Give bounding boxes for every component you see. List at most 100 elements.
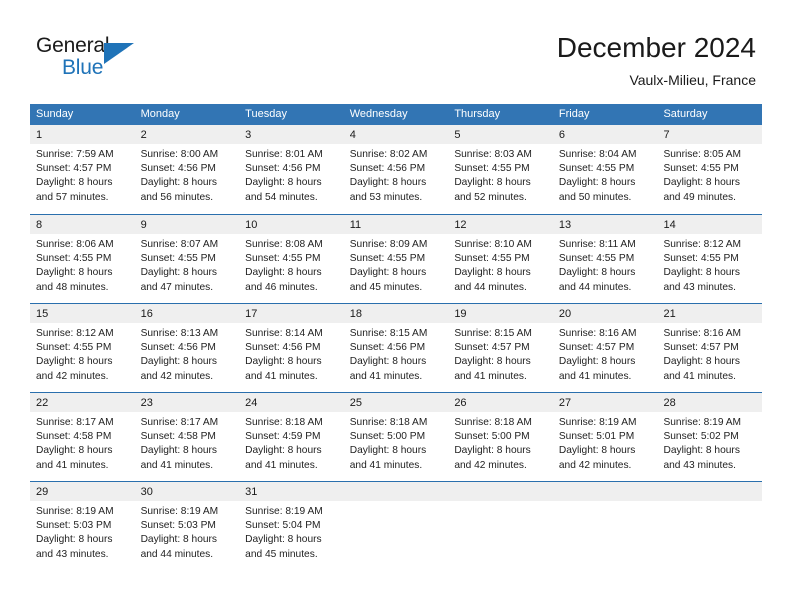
day-detail-line: Daylight: 8 hours	[36, 534, 113, 546]
day-number-band: 10	[239, 215, 344, 234]
day-number-band: 11	[343, 215, 449, 234]
day-number: 7	[663, 129, 670, 141]
day-cell[interactable]: 14 Sunrise: 8:12 AM Sunset: 4:55 PM Dayligh…	[657, 215, 763, 303]
day-cell[interactable]: 21 Sunrise: 8:16 AM Sunset: 4:57 PM Dayligh…	[657, 304, 763, 392]
day-number-band: 2	[134, 125, 240, 144]
day-number: 5	[454, 129, 461, 141]
day-detail-line: and 43 minutes.	[663, 281, 736, 293]
day-cell-empty	[343, 482, 449, 570]
day-detail-line: Sunset: 5:02 PM	[663, 431, 739, 443]
day-detail-line: Sunset: 4:55 PM	[663, 163, 739, 175]
day-detail-line: Sunrise: 8:09 AM	[349, 239, 428, 250]
day-detail-line: Sunrise: 8:18 AM	[454, 417, 532, 428]
day-cell[interactable]: 23 Sunrise: 8:17 AM Sunset: 4:58 PM Dayligh…	[134, 393, 240, 481]
day-cell[interactable]: 2 Sunrise: 8:00 AM Sunset: 4:56 PM Daylight…	[134, 125, 240, 214]
day-number-band: 19	[448, 304, 553, 323]
general-blue-logo[interactable]: General Blue	[36, 34, 236, 90]
day-details: Sunrise: 8:12 AM Sunset: 4:55 PM Daylight:…	[30, 323, 135, 384]
weekday-header-wednesday: Wednesday	[349, 108, 408, 120]
day-cell[interactable]: 1 Sunrise: 7:59 AM Sunset: 4:57 PM Daylight…	[30, 125, 135, 214]
day-cell[interactable]: 18 Sunrise: 8:15 AM Sunset: 4:56 PM Dayligh…	[343, 304, 449, 392]
day-number: 26	[454, 397, 467, 409]
day-detail-line: Sunset: 5:03 PM	[140, 520, 216, 532]
day-detail-line: Sunrise: 8:15 AM	[349, 328, 428, 339]
day-detail-line: and 41 minutes.	[349, 459, 423, 471]
day-detail-line: Daylight: 8 hours	[663, 267, 740, 279]
weekday-header-thursday: Thursday	[454, 108, 501, 120]
day-cell[interactable]: 16 Sunrise: 8:13 AM Sunset: 4:56 PM Dayligh…	[134, 304, 240, 392]
day-cell[interactable]: 10 Sunrise: 8:08 AM Sunset: 4:55 PM Dayligh…	[239, 215, 344, 303]
day-detail-line: and 52 minutes.	[454, 191, 527, 203]
day-detail-line: Daylight: 8 hours	[558, 445, 636, 457]
day-cell[interactable]: 5 Sunrise: 8:03 AM Sunset: 4:55 PM Daylight…	[448, 125, 553, 214]
day-detail-line: Daylight: 8 hours	[663, 445, 740, 457]
day-cell[interactable]: 3 Sunrise: 8:01 AM Sunset: 4:56 PM Daylight…	[239, 125, 344, 214]
day-cell[interactable]: 11 Sunrise: 8:09 AM Sunset: 4:55 PM Dayligh…	[343, 215, 449, 303]
day-cell[interactable]: 30 Sunrise: 8:19 AM Sunset: 5:03 PM Dayligh…	[134, 482, 240, 570]
day-cell[interactable]: 9 Sunrise: 8:07 AM Sunset: 4:55 PM Daylight…	[134, 215, 240, 303]
weekday-header-friday: Friday	[558, 108, 590, 120]
day-detail-line: Sunrise: 8:19 AM	[140, 506, 219, 517]
day-cell[interactable]: 7 Sunrise: 8:05 AM Sunset: 4:55 PM Daylight…	[657, 125, 763, 214]
day-detail-line: Sunrise: 8:14 AM	[245, 328, 323, 339]
day-detail-line: Daylight: 8 hours	[349, 177, 427, 189]
day-detail-line: Sunrise: 8:02 AM	[349, 149, 428, 160]
day-detail-line: and 47 minutes.	[140, 281, 214, 293]
day-detail-line: Sunset: 4:56 PM	[140, 163, 216, 175]
day-details: Sunrise: 8:15 AM Sunset: 4:56 PM Daylight:…	[344, 323, 449, 384]
day-cell[interactable]: 4 Sunrise: 8:02 AM Sunset: 4:56 PM Daylight…	[343, 125, 449, 214]
day-detail-line: Daylight: 8 hours	[245, 356, 322, 368]
day-detail-line: Sunset: 4:55 PM	[558, 253, 635, 265]
day-number: 16	[140, 308, 153, 320]
day-number-band: 3	[239, 125, 344, 144]
day-detail-line: Sunset: 4:55 PM	[349, 253, 426, 265]
day-number-band: 28	[657, 393, 763, 412]
day-detail-line: Daylight: 8 hours	[36, 445, 113, 457]
day-cell[interactable]: 8 Sunrise: 8:06 AM Sunset: 4:55 PM Daylight…	[30, 215, 135, 303]
day-details: Sunrise: 8:00 AM Sunset: 4:56 PM Daylight:…	[135, 144, 240, 205]
day-number-band: 27	[552, 393, 658, 412]
day-detail-line: and 41 minutes.	[245, 459, 318, 471]
weekday-header-row: Sunday Monday Tuesday Wednesday Thursday Frid…	[30, 104, 762, 125]
day-cell[interactable]: 12 Sunrise: 8:10 AM Sunset: 4:55 PM Dayligh…	[448, 215, 553, 303]
day-cell-empty	[552, 482, 658, 570]
day-cell[interactable]: 25 Sunrise: 8:18 AM Sunset: 5:00 PM Dayligh…	[343, 393, 449, 481]
day-detail-line: and 42 minutes.	[454, 459, 527, 471]
day-detail-line: Sunrise: 8:16 AM	[558, 328, 637, 339]
day-cell[interactable]: 28 Sunrise: 8:19 AM Sunset: 5:02 PM Dayligh…	[657, 393, 763, 481]
day-details: Sunrise: 8:01 AM Sunset: 4:56 PM Daylight:…	[239, 144, 344, 205]
day-number-band: 20	[552, 304, 658, 323]
day-details: Sunrise: 8:10 AM Sunset: 4:55 PM Daylight:…	[448, 234, 553, 295]
day-number-band: 18	[343, 304, 449, 323]
day-detail-line: and 41 minutes.	[558, 370, 632, 382]
day-cell[interactable]: 29 Sunrise: 8:19 AM Sunset: 5:03 PM Dayligh…	[30, 482, 135, 570]
day-detail-line: and 41 minutes.	[349, 370, 423, 382]
day-cell[interactable]: 27 Sunrise: 8:19 AM Sunset: 5:01 PM Dayligh…	[552, 393, 658, 481]
day-cell[interactable]: 24 Sunrise: 8:18 AM Sunset: 4:59 PM Dayligh…	[239, 393, 344, 481]
day-number-band: 4	[343, 125, 449, 144]
day-cell[interactable]: 19 Sunrise: 8:15 AM Sunset: 4:57 PM Dayligh…	[448, 304, 553, 392]
day-number: 23	[140, 397, 153, 409]
day-cell[interactable]: 26 Sunrise: 8:18 AM Sunset: 5:00 PM Dayligh…	[448, 393, 553, 481]
day-detail-line: Sunrise: 8:08 AM	[245, 239, 323, 250]
day-cell[interactable]: 31 Sunrise: 8:19 AM Sunset: 5:04 PM Dayligh…	[239, 482, 344, 570]
day-cell[interactable]: 20 Sunrise: 8:16 AM Sunset: 4:57 PM Dayligh…	[552, 304, 658, 392]
day-cell[interactable]: 22 Sunrise: 8:17 AM Sunset: 4:58 PM Dayligh…	[30, 393, 135, 481]
day-number-band: 15	[30, 304, 135, 323]
day-cell[interactable]: 6 Sunrise: 8:04 AM Sunset: 4:55 PM Daylight…	[552, 125, 658, 214]
day-detail-line: and 41 minutes.	[245, 370, 318, 382]
day-detail-line: Sunrise: 8:17 AM	[36, 417, 114, 428]
day-cell[interactable]: 15 Sunrise: 8:12 AM Sunset: 4:55 PM Dayligh…	[30, 304, 135, 392]
day-cell[interactable]: 13 Sunrise: 8:11 AM Sunset: 4:55 PM Dayligh…	[552, 215, 658, 303]
day-detail-line: and 42 minutes.	[558, 459, 632, 471]
day-number-band	[552, 482, 658, 501]
day-details: Sunrise: 8:08 AM Sunset: 4:55 PM Daylight:…	[239, 234, 344, 295]
day-detail-line: Daylight: 8 hours	[245, 177, 322, 189]
day-detail-line: Sunset: 4:56 PM	[349, 342, 426, 354]
day-number: 1	[36, 129, 43, 141]
day-details: Sunrise: 8:14 AM Sunset: 4:56 PM Daylight:…	[239, 323, 344, 384]
calendar-page: General Blue December 2024 Vaulx-Milieu,…	[0, 0, 792, 612]
day-detail-line: Sunrise: 8:18 AM	[245, 417, 323, 428]
day-number-band: 8	[30, 215, 135, 234]
day-cell[interactable]: 17 Sunrise: 8:14 AM Sunset: 4:56 PM Dayligh…	[239, 304, 344, 392]
